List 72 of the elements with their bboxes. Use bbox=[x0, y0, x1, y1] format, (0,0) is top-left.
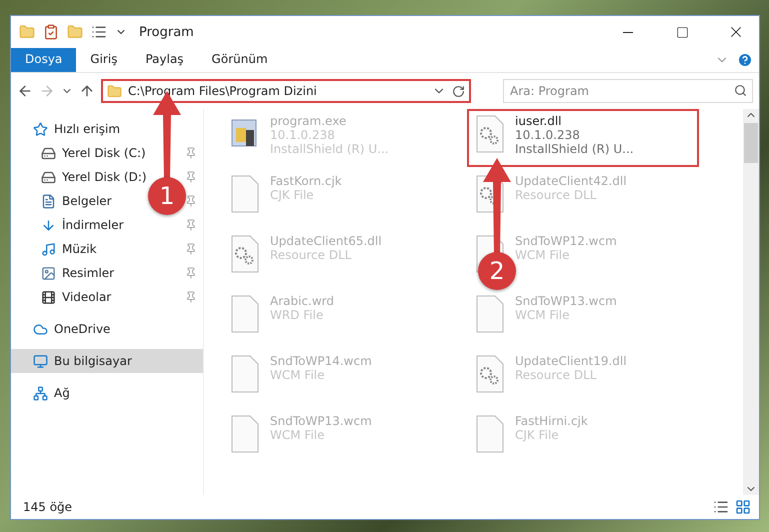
tiles-view-icon[interactable] bbox=[735, 499, 751, 515]
file-detail: WCM File bbox=[270, 368, 326, 382]
address-field[interactable]: C:\Program Files\Program Dizini bbox=[101, 79, 471, 103]
file-detail: 10.1.0.238 bbox=[270, 128, 336, 142]
star-icon bbox=[33, 122, 48, 136]
file-name: iuser.dll bbox=[515, 114, 563, 128]
file-name: SndToWP13.wcm bbox=[515, 294, 617, 308]
file-name: FastKorn.cjk bbox=[270, 174, 342, 188]
search-icon bbox=[734, 84, 747, 97]
sidebar-item[interactable]: Belgeler bbox=[11, 189, 118, 213]
document-icon bbox=[41, 194, 56, 208]
file-detail: Resource DLL bbox=[270, 248, 352, 262]
file-detail: WCM File bbox=[515, 308, 570, 322]
maximize-icon bbox=[676, 26, 688, 38]
file-name: SndToWP13.wcm bbox=[270, 414, 372, 428]
window-title: Program bbox=[139, 24, 195, 40]
file-name: UpdateClient65.dll bbox=[270, 234, 382, 248]
step-number: 2 bbox=[478, 252, 516, 290]
file-name: SndToWP14.wcm bbox=[270, 354, 372, 368]
file-detail: 10.1.0.238 bbox=[515, 128, 581, 142]
music-icon bbox=[41, 242, 56, 256]
help-icon[interactable] bbox=[737, 52, 753, 68]
sidebar-item[interactable]: OneDrive bbox=[11, 317, 203, 341]
file-name: UpdateClient42.dll bbox=[515, 174, 627, 188]
step-number: 1 bbox=[148, 177, 186, 215]
scrollbar-thumb[interactable] bbox=[744, 123, 758, 163]
drive-icon bbox=[41, 170, 56, 184]
download-icon bbox=[41, 218, 56, 232]
cloud-icon bbox=[33, 322, 48, 336]
properties-icon[interactable] bbox=[43, 24, 59, 40]
file-detail: WCM File bbox=[515, 248, 570, 262]
item-count: 145 öğe bbox=[23, 500, 74, 514]
sidebar-item[interactable]: Müzik bbox=[11, 237, 103, 261]
file-detail: CJK File bbox=[515, 428, 560, 442]
file-name: UpdateClient19.dll bbox=[515, 354, 627, 368]
sidebar-item[interactable]: İndirmeler bbox=[11, 213, 130, 237]
sidebar-item[interactable]: Ağ bbox=[11, 381, 203, 405]
up-button[interactable] bbox=[79, 83, 95, 99]
file-name: FastHirni.cjk bbox=[515, 414, 588, 428]
file-name: program.exe bbox=[270, 114, 348, 128]
refresh-icon[interactable] bbox=[452, 84, 465, 98]
file-detail: WRD File bbox=[270, 308, 324, 322]
ribbon-tab[interactable]: Paylaş bbox=[131, 48, 198, 72]
sidebar-item[interactable]: Resimler bbox=[11, 261, 120, 285]
file-detail: WCM File bbox=[270, 428, 326, 442]
folder-icon bbox=[107, 84, 122, 98]
ribbon-tab[interactable]: Dosya bbox=[11, 48, 76, 72]
file-name: Arabic.wrd bbox=[270, 294, 334, 308]
file-item[interactable]: iuser.dll 10.1.0.238 InstallShield (R) U... bbox=[467, 109, 699, 167]
sidebar-item[interactable]: Bu bilgisayar bbox=[11, 349, 203, 373]
back-button[interactable] bbox=[17, 83, 33, 99]
sidebar-item[interactable]: Hızlı erişim bbox=[11, 117, 203, 141]
sidebar-item[interactable]: Yerel Disk (C:) bbox=[11, 141, 152, 165]
computer-icon bbox=[33, 354, 48, 368]
ribbon-tab[interactable]: Görünüm bbox=[198, 48, 282, 72]
file-detail: Resource DLL bbox=[515, 368, 598, 382]
picture-icon bbox=[41, 266, 56, 280]
file-name: SndToWP12.wcm bbox=[515, 234, 617, 248]
details-view-icon[interactable] bbox=[713, 499, 729, 515]
file-detail: Resource DLL bbox=[515, 188, 598, 202]
file-detail: InstallShield (R) U... bbox=[515, 142, 634, 156]
drive-c-icon bbox=[41, 146, 56, 160]
network-icon bbox=[33, 386, 48, 400]
ribbon-tab[interactable]: Giriş bbox=[76, 48, 132, 72]
search-field[interactable]: Ara: Program bbox=[503, 79, 753, 103]
file-detail: InstallShield (R) U... bbox=[270, 142, 389, 156]
video-icon bbox=[41, 290, 56, 304]
folder-icon bbox=[19, 24, 35, 40]
scrollbar[interactable] bbox=[743, 109, 759, 495]
file-detail: CJK File bbox=[270, 188, 315, 202]
sidebar-item[interactable]: Videolar bbox=[11, 285, 118, 309]
view-icon[interactable] bbox=[91, 24, 107, 40]
